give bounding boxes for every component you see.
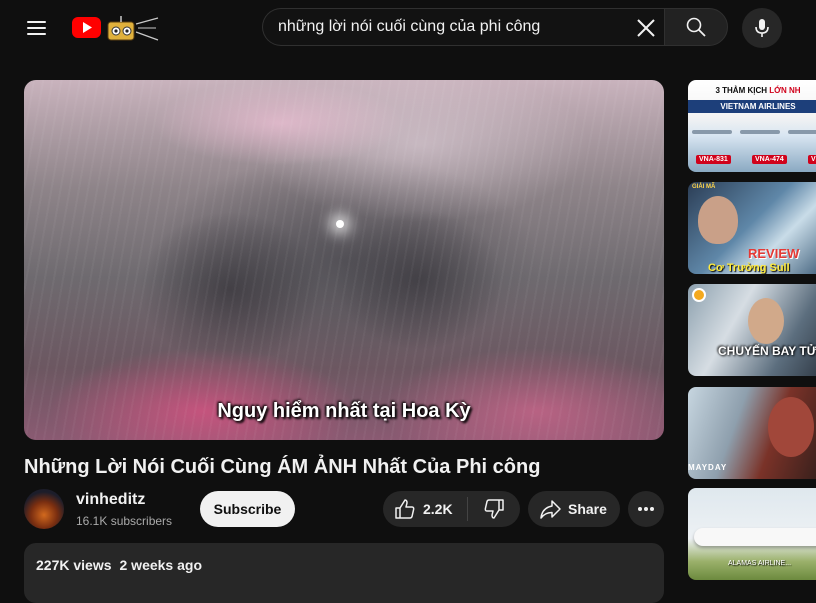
thumbnail-caption: CHUYẾN BAY TỬ T bbox=[718, 344, 816, 358]
thumbnail-heading-prefix: 3 THẢM KỊCH bbox=[715, 86, 770, 95]
recommended-video-thumbnail[interactable]: MAYDAY bbox=[688, 387, 816, 479]
thumbnail-caption: MAYDAY bbox=[688, 463, 728, 472]
recommended-video-thumbnail[interactable]: CHUYẾN BAY TỬ T bbox=[688, 284, 816, 376]
thumbs-down-icon bbox=[484, 499, 504, 519]
flight-tag: V bbox=[808, 155, 816, 164]
subscriber-count: 16.1K subscribers bbox=[76, 514, 173, 528]
search-icon bbox=[686, 17, 706, 37]
menu-icon[interactable] bbox=[16, 8, 56, 48]
airplane-image bbox=[692, 130, 732, 134]
video-rain-overlay bbox=[24, 80, 664, 440]
thumbnail-caption: ALAMAS AIRLINE... bbox=[728, 560, 792, 567]
search-input[interactable] bbox=[262, 8, 666, 46]
video-caption: Nguy hiểm nhất tại Hoa Kỳ bbox=[217, 400, 471, 422]
channel-name[interactable]: vinheditz bbox=[76, 491, 145, 509]
subscribe-button[interactable]: Subscribe bbox=[200, 491, 295, 527]
thumbnail-subheading: VIETNAM AIRLINES bbox=[688, 100, 816, 113]
description-meta: 227K views 2 weeks ago bbox=[36, 557, 202, 573]
like-button[interactable]: 2.2K bbox=[383, 491, 467, 527]
masthead bbox=[0, 0, 816, 56]
clear-search-icon[interactable] bbox=[628, 10, 664, 46]
airplane-image bbox=[740, 130, 780, 134]
thumbnail-heading-highlight: LỚN NH bbox=[769, 86, 801, 95]
channel-avatar[interactable] bbox=[24, 489, 64, 529]
like-count: 2.2K bbox=[423, 501, 453, 517]
recommended-video-thumbnail[interactable]: GIẢI MÃ REVIEW Cơ Trưởng Sull bbox=[688, 182, 816, 274]
like-dislike-group: 2.2K bbox=[383, 491, 520, 527]
thumbnail-person bbox=[698, 196, 738, 244]
description-box[interactable]: 227K views 2 weeks ago bbox=[24, 543, 664, 603]
youtube-logo[interactable] bbox=[72, 14, 162, 44]
flight-tag: VNA-474 bbox=[752, 155, 787, 164]
share-label: Share bbox=[568, 501, 607, 517]
airplane-image bbox=[788, 130, 816, 134]
search-button[interactable] bbox=[664, 8, 728, 46]
more-horizontal-icon bbox=[638, 507, 654, 511]
thumbnail-person bbox=[768, 397, 814, 457]
dislike-button[interactable] bbox=[468, 491, 520, 527]
microphone-icon bbox=[755, 19, 769, 37]
thumbnail-badge: GIẢI MÃ bbox=[692, 184, 716, 190]
more-actions-button[interactable] bbox=[628, 491, 664, 527]
share-button[interactable]: Share bbox=[528, 491, 620, 527]
share-icon bbox=[540, 500, 561, 519]
flight-tag: VNA-831 bbox=[696, 155, 731, 164]
recommended-video-thumbnail[interactable]: 3 THẢM KỊCH LỚN NH VIETNAM AIRLINES VNA-… bbox=[688, 80, 816, 172]
recommended-video-thumbnail[interactable]: ALAMAS AIRLINE... bbox=[688, 488, 816, 580]
thumbnail-review-label: REVIEW bbox=[748, 246, 800, 261]
voice-search-button[interactable] bbox=[742, 8, 782, 48]
thumbnail-caption: Cơ Trưởng Sull bbox=[708, 262, 790, 274]
airplane-image bbox=[694, 528, 816, 546]
channel-badge-icon bbox=[692, 288, 706, 302]
thumbnail-person bbox=[748, 298, 784, 344]
upload-age: 2 weeks ago bbox=[119, 557, 203, 573]
thumbs-up-icon bbox=[395, 499, 415, 519]
view-count: 227K views bbox=[36, 557, 112, 573]
search-box bbox=[262, 8, 728, 48]
video-title: Những Lời Nói Cuối Cùng ÁM ẢNH Nhất Của … bbox=[24, 456, 541, 478]
thumbnail-heading: 3 THẢM KỊCH LỚN NH bbox=[688, 86, 816, 95]
video-light-flash bbox=[336, 220, 344, 228]
video-player[interactable]: Nguy hiểm nhất tại Hoa Kỳ bbox=[24, 80, 664, 440]
